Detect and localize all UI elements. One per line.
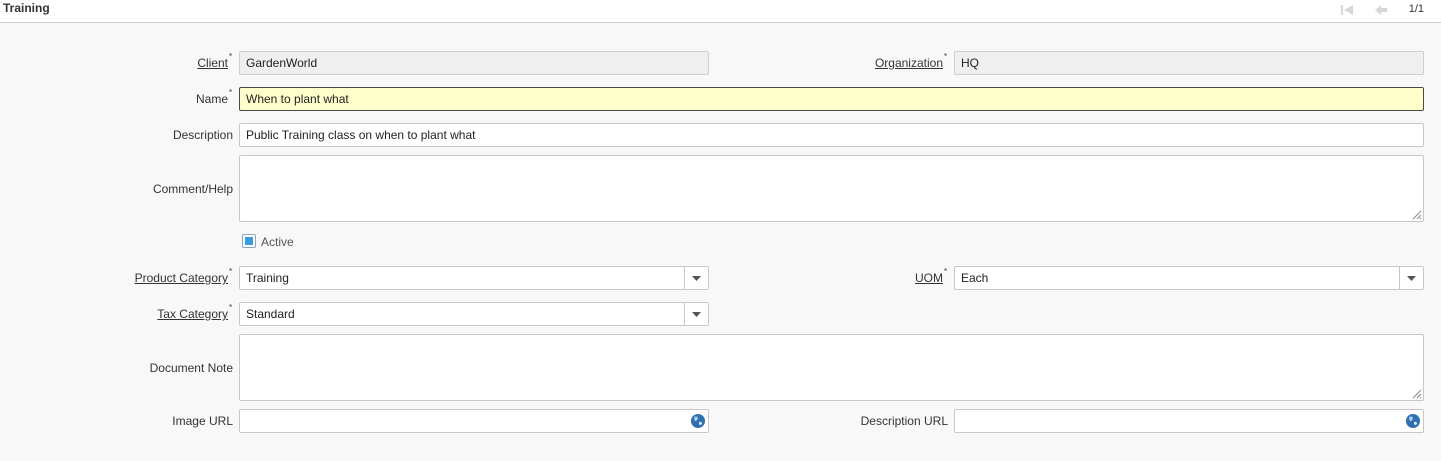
previous-record-button[interactable] <box>1372 2 1390 18</box>
description-input[interactable]: Public Training class on when to plant w… <box>239 123 1424 147</box>
client-required-mark: * <box>229 52 233 61</box>
tax-category-select[interactable]: Standard <box>239 302 709 326</box>
globe-icon[interactable] <box>690 413 706 429</box>
uom-label[interactable]: UOM <box>880 271 943 285</box>
image-url-input[interactable] <box>239 409 709 433</box>
record-pager: 1/1 <box>1408 3 1424 15</box>
name-input[interactable]: When to plant what <box>239 87 1424 111</box>
active-checkbox-fill <box>245 237 253 245</box>
tax-category-dropdown-button[interactable] <box>684 303 708 325</box>
product-category-dropdown-button[interactable] <box>684 267 708 289</box>
chevron-down-icon <box>692 311 701 317</box>
comment-help-textarea[interactable] <box>239 155 1424 222</box>
tax-category-label[interactable]: Tax Category <box>100 307 228 321</box>
uom-dropdown-button[interactable] <box>1399 267 1423 289</box>
product-category-select[interactable]: Training <box>239 266 709 290</box>
tax-category-value: Standard <box>246 307 295 321</box>
name-required-mark: * <box>229 88 233 97</box>
organization-required-mark: * <box>944 52 948 61</box>
active-checkbox[interactable] <box>242 234 256 248</box>
image-url-label: Image URL <box>172 414 233 428</box>
name-label: Name <box>195 92 228 106</box>
tax-category-required-mark: * <box>229 303 233 312</box>
globe-icon[interactable] <box>1405 413 1421 429</box>
chevron-down-icon <box>692 275 701 281</box>
description-url-label: Description URL <box>860 414 948 428</box>
product-category-label[interactable]: Product Category <box>100 271 228 285</box>
description-url-input[interactable] <box>954 409 1424 433</box>
window-titlebar: Training 1/1 <box>0 0 1441 23</box>
organization-label[interactable]: Organization <box>830 56 943 70</box>
window-title: Training <box>3 1 50 15</box>
client-field[interactable]: GardenWorld <box>239 51 709 75</box>
active-label: Active <box>261 235 294 249</box>
document-note-label: Document Note <box>149 361 233 375</box>
uom-value: Each <box>961 271 989 285</box>
client-label[interactable]: Client <box>130 56 228 70</box>
description-label: Description <box>172 128 233 142</box>
uom-select[interactable]: Each <box>954 266 1424 290</box>
resize-grip-icon[interactable] <box>1410 387 1422 399</box>
comment-help-label: Comment/Help <box>152 182 233 196</box>
resize-grip-icon[interactable] <box>1410 208 1422 220</box>
uom-required-mark: * <box>944 267 948 276</box>
product-category-required-mark: * <box>229 267 233 276</box>
organization-field[interactable]: HQ <box>954 51 1424 75</box>
arrow-left-icon <box>1375 5 1387 15</box>
document-note-textarea[interactable] <box>239 334 1424 401</box>
first-record-icon <box>1341 5 1353 15</box>
first-record-button[interactable] <box>1338 2 1356 18</box>
product-category-value: Training <box>246 271 289 285</box>
chevron-down-icon <box>1407 275 1416 281</box>
